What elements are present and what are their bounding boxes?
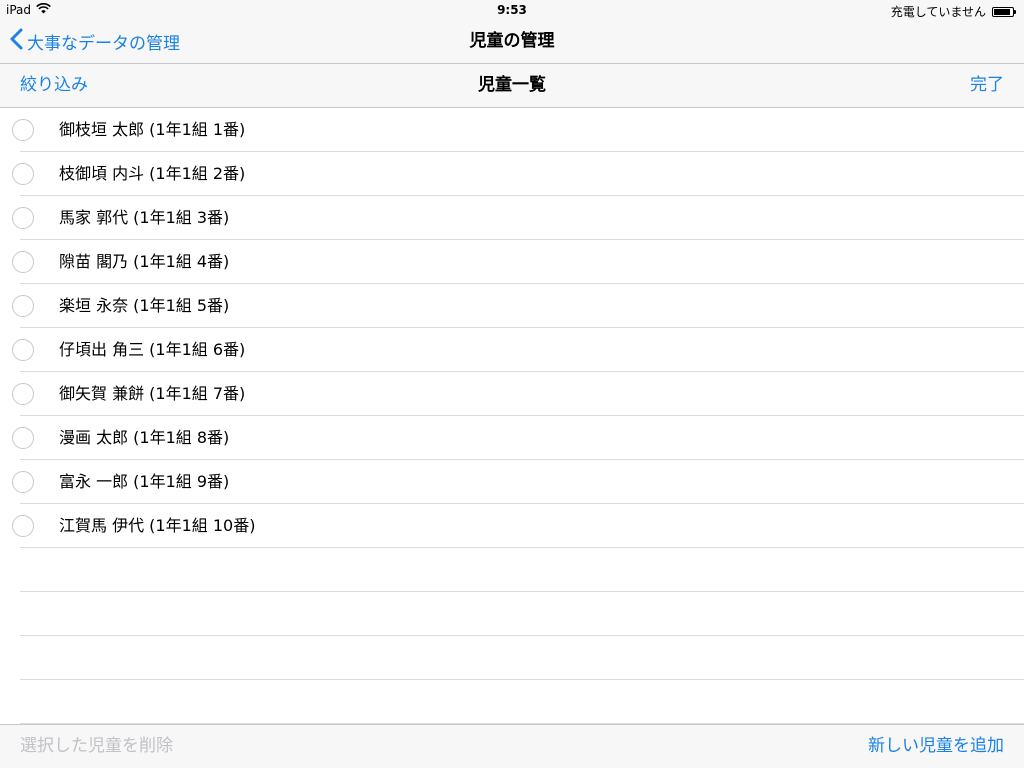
student-label: 枝御頃 内斗 (1年1組 2番): [59, 164, 246, 183]
student-row[interactable]: 御枝垣 太郎 (1年1組 1番): [0, 108, 1024, 152]
navigation-bar: 大事なデータの管理 児童の管理: [0, 20, 1024, 64]
select-radio[interactable]: [12, 383, 34, 405]
select-radio[interactable]: [12, 295, 34, 317]
student-label: 江賀馬 伊代 (1年1組 10番): [59, 516, 256, 535]
student-row[interactable]: 枝御頃 内斗 (1年1組 2番): [0, 152, 1024, 196]
student-row[interactable]: 御矢賀 兼餅 (1年1組 7番): [0, 372, 1024, 416]
select-radio[interactable]: [12, 207, 34, 229]
add-student-button[interactable]: 新しい児童を追加: [868, 725, 1004, 768]
student-row[interactable]: 隙苗 閣乃 (1年1組 4番): [0, 240, 1024, 284]
student-label: 仔頃出 角三 (1年1組 6番): [59, 340, 246, 359]
list-toolbar: 絞り込み 児童一覧 完了: [0, 64, 1024, 108]
status-bar: iPad 9:53 充電していません: [0, 0, 1024, 20]
select-radio[interactable]: [12, 471, 34, 493]
battery-icon: [992, 6, 1016, 17]
charging-status: 充電していません: [890, 5, 986, 19]
page-title: 児童の管理: [469, 31, 555, 51]
status-right: 充電していません: [890, 3, 1016, 20]
student-row[interactable]: 楽垣 永奈 (1年1組 5番): [0, 284, 1024, 328]
select-radio[interactable]: [12, 163, 34, 185]
battery-fill: [994, 8, 1010, 15]
student-label: 漫画 太郎 (1年1組 8番): [59, 428, 230, 447]
select-radio[interactable]: [12, 339, 34, 361]
bottom-toolbar: 選択した児童を削除 新しい児童を追加: [0, 724, 1024, 768]
select-radio[interactable]: [12, 427, 34, 449]
select-radio[interactable]: [12, 251, 34, 273]
student-row[interactable]: 漫画 太郎 (1年1組 8番): [0, 416, 1024, 460]
student-row[interactable]: 馬家 郭代 (1年1組 3番): [0, 196, 1024, 240]
select-radio[interactable]: [12, 515, 34, 537]
empty-row: [0, 592, 1024, 636]
student-label: 楽垣 永奈 (1年1組 5番): [59, 296, 230, 315]
select-radio[interactable]: [12, 119, 34, 141]
student-label: 富永 一郎 (1年1組 9番): [59, 472, 230, 491]
list-title: 児童一覧: [478, 75, 546, 95]
delete-selected-button[interactable]: 選択した児童を削除: [20, 725, 173, 768]
student-row[interactable]: 仔頃出 角三 (1年1組 6番): [0, 328, 1024, 372]
student-row[interactable]: 江賀馬 伊代 (1年1組 10番): [0, 504, 1024, 548]
done-button[interactable]: 完了: [970, 64, 1004, 107]
student-label: 隙苗 閣乃 (1年1組 4番): [59, 252, 230, 271]
empty-row: [0, 636, 1024, 680]
student-label: 馬家 郭代 (1年1組 3番): [59, 208, 230, 227]
app-window: iPad 9:53 充電していません 大事なデータの管理 児童の管理 絞り込み …: [0, 0, 1024, 768]
student-list: 御枝垣 太郎 (1年1組 1番) 枝御頃 内斗 (1年1組 2番) 馬家 郭代 …: [0, 108, 1024, 724]
empty-row: [0, 548, 1024, 592]
student-label: 御矢賀 兼餅 (1年1組 7番): [59, 384, 246, 403]
student-row[interactable]: 富永 一郎 (1年1組 9番): [0, 460, 1024, 504]
status-time: 9:53: [497, 3, 527, 17]
empty-row: [0, 680, 1024, 724]
student-label: 御枝垣 太郎 (1年1組 1番): [59, 120, 246, 139]
